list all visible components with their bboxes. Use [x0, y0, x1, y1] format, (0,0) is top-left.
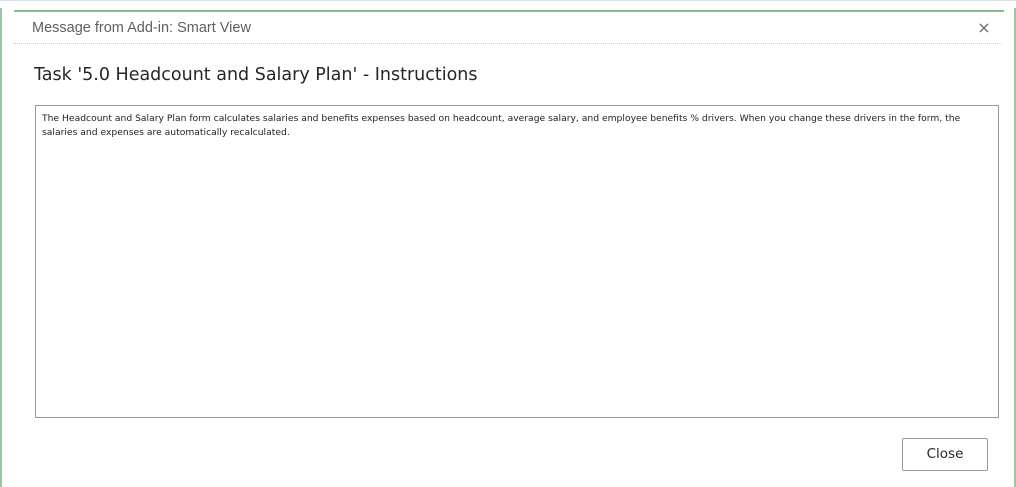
close-icon[interactable]: ×	[972, 16, 996, 40]
window-top-edge	[0, 0, 1016, 10]
dialog-titlebar: Message from Add-in: Smart View ×	[14, 12, 1002, 44]
instructions-text-area[interactable]: The Headcount and Salary Plan form calcu…	[35, 105, 999, 418]
window-left-edge	[0, 8, 14, 487]
window-right-edge	[1002, 8, 1016, 487]
dialog-title: Message from Add-in: Smart View	[32, 20, 251, 36]
instructions-heading: Task '5.0 Headcount and Salary Plan' - I…	[34, 65, 478, 85]
close-button[interactable]: Close	[902, 438, 988, 471]
dialog-window: Message from Add-in: Smart View × Task '…	[0, 0, 1016, 487]
message-dialog: Message from Add-in: Smart View × Task '…	[14, 10, 1004, 487]
